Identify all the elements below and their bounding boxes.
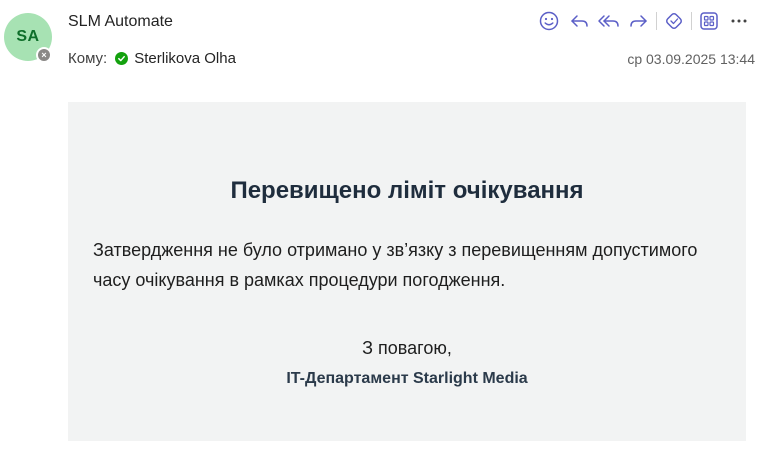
message-date: ср 03.09.2025 13:44 [627, 51, 755, 67]
presence-status-icon: × [36, 47, 52, 63]
message-body-panel: Перевищено ліміт очікування Затвердження… [68, 102, 746, 441]
available-status-icon [115, 52, 129, 65]
recipients-row: Кому: Sterlikova Olha [68, 50, 236, 67]
more-icon[interactable] [724, 8, 754, 34]
toolbar-divider [656, 12, 657, 30]
emoji-icon[interactable] [534, 8, 564, 34]
message-signature: IT-Департамент Starlight Media [286, 370, 528, 387]
immersive-reader-icon[interactable] [659, 8, 689, 34]
message-title: Перевищено ліміт очікування [230, 177, 584, 204]
message-text: Затвердження не було отримано у зв’язку … [93, 240, 698, 290]
reply-icon[interactable] [564, 8, 594, 34]
message-toolbar [534, 8, 754, 34]
apps-icon[interactable] [694, 8, 724, 34]
sender-name[interactable]: SLM Automate [68, 13, 173, 31]
to-label: Кому: [68, 50, 108, 67]
recipient-name[interactable]: Sterlikova Olha [134, 50, 236, 67]
toolbar-divider [691, 12, 692, 30]
avatar-initials: SA [16, 28, 40, 45]
message-regards: З повагою, [362, 338, 452, 358]
forward-icon[interactable] [624, 8, 654, 34]
reply-all-icon[interactable] [594, 8, 624, 34]
message-header: SA × SLM Automate Кому: Sterlikova Olha … [0, 0, 768, 90]
